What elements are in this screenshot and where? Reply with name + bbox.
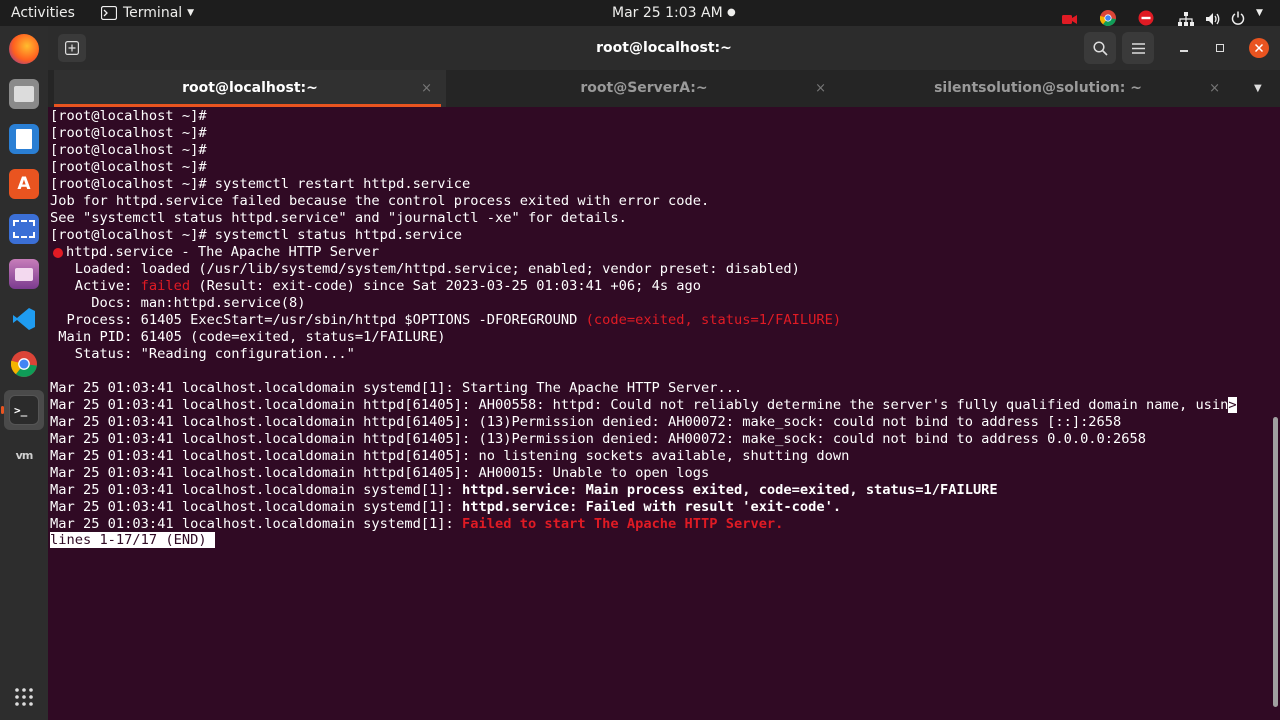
- running-indicator: [1, 406, 4, 414]
- tab-label: root@ServerA:~: [580, 80, 708, 96]
- tab-label: silentsolution@solution: ~: [934, 80, 1142, 96]
- terminal-line: [root@localhost ~]# systemctl status htt…: [50, 227, 463, 243]
- app-menu[interactable]: Terminal ▼: [101, 0, 194, 26]
- line-overflow-marker: >: [1228, 397, 1237, 413]
- terminal-line: Mar 25 01:03:41 localhost.localdomain ht…: [50, 397, 1237, 414]
- failed-status-dot-icon: [53, 248, 63, 258]
- maximize-icon: [1216, 44, 1224, 52]
- terminal-line: Mar 25 01:03:41 localhost.localdomain sy…: [50, 482, 998, 499]
- chevron-down-icon: ▼: [187, 8, 195, 18]
- software-icon[interactable]: A: [9, 169, 39, 199]
- cursor: [206, 532, 215, 548]
- terminal-line: [root@localhost ~]# systemctl restart ht…: [50, 176, 471, 192]
- error-text: Failed to start The Apache HTTP Server.: [462, 516, 784, 532]
- terminal-line: Main PID: 61405 (code=exited, status=1/F…: [50, 329, 446, 345]
- line-segment: Mar 25 01:03:41 localhost.localdomain sy…: [50, 482, 463, 498]
- bold-text: httpd.service: Main process exited, code…: [462, 482, 998, 498]
- bold-text: httpd.service: Failed with result 'exit-…: [462, 499, 842, 515]
- terminal-line: Mar 25 01:03:41 localhost.localdomain ht…: [50, 414, 1122, 430]
- tab-root-servera[interactable]: root@ServerA:~ ×: [448, 70, 840, 107]
- files-icon[interactable]: [9, 79, 39, 109]
- terminal-icon[interactable]: >_: [9, 395, 39, 425]
- dock: A >_ vm: [0, 26, 48, 720]
- terminal-line: [root@localhost ~]#: [50, 108, 207, 124]
- terminal-line: lines 1-17/17 (END): [50, 532, 215, 549]
- tab-close-icon[interactable]: ×: [1209, 70, 1220, 107]
- app-grid-icon[interactable]: [15, 688, 33, 706]
- search-button[interactable]: [1084, 32, 1116, 64]
- minimize-button[interactable]: [1174, 38, 1194, 58]
- notification-dot-icon: ●: [727, 7, 736, 18]
- tab-close-icon[interactable]: ×: [421, 70, 432, 107]
- terminal-line: [root@localhost ~]#: [50, 142, 207, 158]
- maximize-button[interactable]: [1210, 38, 1230, 58]
- vscode-icon[interactable]: [9, 304, 39, 334]
- terminal-line: Mar 25 01:03:41 localhost.localdomain sy…: [50, 516, 783, 533]
- screenshot-icon[interactable]: [9, 214, 39, 244]
- video-icon[interactable]: [9, 259, 39, 289]
- terminal-line: Mar 25 01:03:41 localhost.localdomain sy…: [50, 380, 743, 396]
- line-segment: Mar 25 01:03:41 localhost.localdomain sy…: [50, 516, 463, 532]
- close-icon: [1255, 44, 1263, 52]
- writer-icon[interactable]: [9, 124, 39, 154]
- app-name: Terminal: [123, 5, 183, 21]
- firefox-icon[interactable]: [9, 34, 39, 64]
- menu-button[interactable]: [1122, 32, 1154, 64]
- tab-close-icon[interactable]: ×: [815, 70, 826, 107]
- terminal-line: See "systemctl status httpd.service" and…: [50, 210, 627, 226]
- line-segment: Active:: [50, 278, 141, 294]
- search-icon: [1092, 40, 1108, 56]
- line-segment: (Result: exit-code) since Sat 2023-03-25…: [190, 278, 702, 294]
- terminal-line: Process: 61405 ExecStart=/usr/sbin/httpd…: [50, 312, 841, 329]
- chevron-down-icon[interactable]: ▼: [1256, 0, 1263, 26]
- terminal-line: Active: failed (Result: exit-code) since…: [50, 278, 701, 295]
- clock[interactable]: Mar 25 1:03 AM: [612, 0, 723, 26]
- top-bar: Activities Terminal ▼ Mar 25 1:03 AM ● ▼: [0, 0, 1280, 26]
- terminal-line: httpd.service - The Apache HTTP Server: [66, 244, 380, 260]
- vmware-icon[interactable]: vm: [9, 440, 39, 470]
- scrollbar[interactable]: [1273, 417, 1278, 707]
- line-segment: Process: 61405 ExecStart=/usr/sbin/httpd…: [50, 312, 586, 328]
- terminal-output[interactable]: [root@localhost ~]# [root@localhost ~]# …: [48, 107, 1280, 720]
- tab-bar: root@localhost:~ × root@ServerA:~ × sile…: [48, 70, 1280, 107]
- pager-status: lines 1-17/17 (END): [50, 532, 207, 548]
- chrome-icon[interactable]: [9, 349, 39, 379]
- close-button[interactable]: [1249, 38, 1269, 58]
- minimize-icon: [1180, 50, 1188, 52]
- tab-root-localhost[interactable]: root@localhost:~ ×: [54, 70, 446, 107]
- terminal-line: [root@localhost ~]#: [50, 159, 207, 175]
- terminal-line: Mar 25 01:03:41 localhost.localdomain sy…: [50, 499, 841, 516]
- activities-button[interactable]: Activities: [11, 0, 75, 26]
- terminal-line: Status: "Reading configuration...": [50, 346, 355, 362]
- terminal-line: Mar 25 01:03:41 localhost.localdomain ht…: [50, 431, 1146, 447]
- failed-status-text: failed: [140, 278, 191, 294]
- tab-list-dropdown-icon[interactable]: ▼: [1254, 70, 1262, 107]
- terminal-line: Mar 25 01:03:41 localhost.localdomain ht…: [50, 448, 850, 464]
- terminal-line: Job for httpd.service failed because the…: [50, 193, 710, 209]
- tab-label: root@localhost:~: [182, 80, 318, 96]
- window-titlebar[interactable]: root@localhost:~: [48, 26, 1280, 70]
- hamburger-icon: [1131, 42, 1145, 54]
- tab-silentsolution[interactable]: silentsolution@solution: ~ ×: [842, 70, 1234, 107]
- terminal-line: Mar 25 01:03:41 localhost.localdomain ht…: [50, 465, 710, 481]
- terminal-line: Docs: man:httpd.service(8): [50, 295, 306, 311]
- line-segment: Mar 25 01:03:41 localhost.localdomain ht…: [50, 397, 1229, 413]
- error-text: (code=exited, status=1/FAILURE): [585, 312, 842, 328]
- terminal-icon: [101, 6, 117, 20]
- line-segment: Mar 25 01:03:41 localhost.localdomain sy…: [50, 499, 463, 515]
- terminal-line: [root@localhost ~]#: [50, 125, 207, 141]
- terminal-line: Loaded: loaded (/usr/lib/systemd/system/…: [50, 261, 800, 277]
